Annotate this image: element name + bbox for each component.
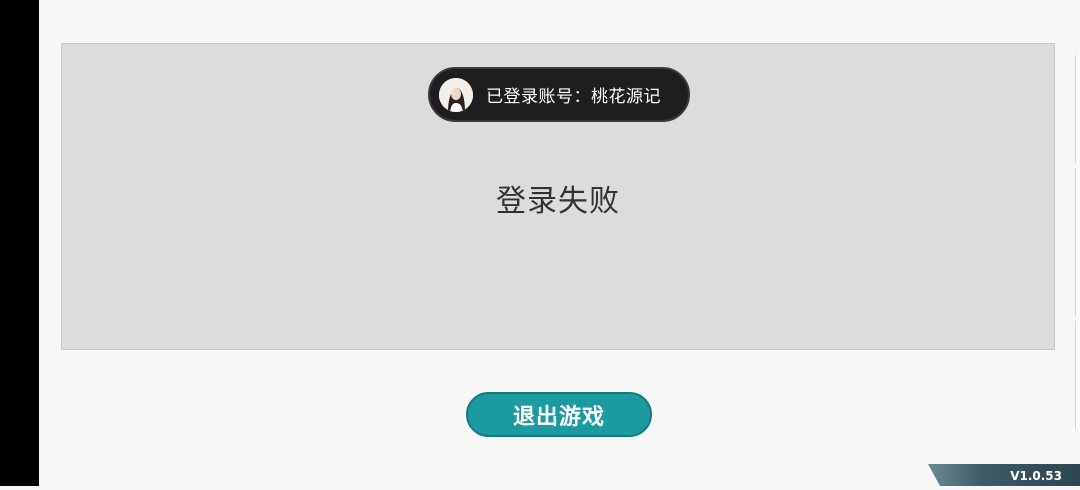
left-black-bar (0, 0, 39, 486)
login-status-title: 登录失败 (61, 176, 1055, 220)
version-tab: V1.0.53 (928, 464, 1080, 486)
avatar-icon (439, 78, 473, 112)
version-label: V1.0.53 (1010, 469, 1062, 483)
right-edge-tab (1075, 168, 1080, 316)
exit-game-button[interactable]: 退出游戏 (466, 392, 652, 437)
account-label: 已登录账号：桃花源记 (486, 82, 661, 107)
account-badge: 已登录账号：桃花源记 (428, 67, 690, 122)
right-edge-tab (1075, 55, 1080, 163)
right-edge-tab (1075, 321, 1080, 429)
